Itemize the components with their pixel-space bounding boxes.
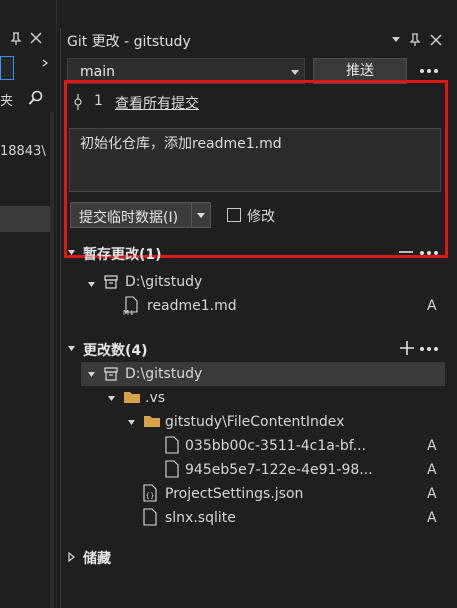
stashes-section-header[interactable]: 储藏 [83, 548, 111, 568]
commits-ahead-count: 1 [94, 93, 103, 109]
left-list-item[interactable]: 18843\ [0, 144, 46, 159]
staged-file-status: A [427, 298, 437, 314]
stage-all-icon[interactable] [399, 340, 415, 356]
changes-repo-path[interactable]: D:\gitstudy [125, 366, 202, 382]
file-icon [143, 508, 157, 526]
change-file-name[interactable]: slnx.sqlite [165, 510, 236, 526]
change-file-status: A [427, 486, 437, 502]
dropdown-arrow-icon[interactable] [391, 36, 401, 44]
expand-triangle-icon[interactable] [67, 248, 76, 257]
close-icon[interactable] [430, 34, 442, 46]
change-file-status: A [427, 462, 437, 478]
chevron-right-icon[interactable] [40, 58, 50, 68]
change-file-name[interactable]: ProjectSettings.json [165, 486, 303, 502]
left-search-label: 夹 [0, 94, 14, 109]
folder-filecontentindex[interactable]: gitstudy\FileContentIndex [165, 414, 344, 430]
more-options-icon[interactable] [419, 250, 439, 256]
more-options-icon[interactable] [419, 68, 439, 74]
expand-triangle-icon[interactable] [67, 344, 76, 353]
close-icon[interactable] [30, 32, 42, 44]
markdown-file-icon: M↓ [123, 296, 139, 316]
pin-icon[interactable] [10, 32, 22, 46]
search-icon[interactable] [28, 90, 44, 106]
collapsed-triangle-icon[interactable] [67, 552, 76, 562]
chevron-down-icon [290, 69, 300, 77]
view-toggle-button[interactable] [0, 56, 14, 80]
change-file-name[interactable]: 945eb5e7-122e-4e91-98... [185, 462, 373, 478]
git-pane-titlebar: Git 更改 - gitstudy [61, 28, 457, 52]
expand-triangle-icon[interactable] [87, 280, 96, 289]
expand-triangle-icon[interactable] [107, 394, 116, 403]
commit-staged-button[interactable]: 提交临时数据(I) [70, 202, 200, 228]
staged-file-name[interactable]: readme1.md [147, 298, 237, 314]
left-pane-tabbar [0, 28, 56, 52]
branch-name: main [80, 64, 115, 80]
staged-repo-path[interactable]: D:\gitstudy [125, 274, 202, 290]
view-all-commits-link[interactable]: 查看所有提交 [115, 93, 199, 113]
change-file-status: A [427, 510, 437, 526]
svg-text:{}: {} [146, 492, 155, 500]
git-changes-pane: Git 更改 - gitstudy main 推送 1 查看所有提交 初始化仓库… [60, 28, 457, 608]
commit-options-dropdown[interactable] [191, 202, 211, 228]
left-scrollbar[interactable] [50, 112, 54, 608]
pane-title: Git 更改 - gitstudy [67, 34, 191, 50]
unstage-all-icon[interactable] [399, 250, 413, 254]
amend-label: 修改 [247, 209, 275, 225]
chevron-down-icon [196, 212, 206, 220]
changes-section-header[interactable]: 更改数(4) [83, 340, 148, 360]
commit-staged-label: 提交临时数据(I) [79, 210, 179, 226]
more-options-icon[interactable] [419, 346, 439, 352]
folder-icon [143, 414, 161, 428]
left-selected-row[interactable] [0, 206, 52, 232]
commit-node-icon [73, 94, 83, 110]
change-file-status: A [427, 438, 437, 454]
pin-icon[interactable] [409, 33, 421, 47]
solution-explorer-pane: 夹 18843\ [0, 0, 57, 608]
repository-icon [103, 366, 119, 382]
staged-section-header[interactable]: 暂存更改(1) [83, 244, 162, 264]
file-icon [165, 436, 179, 454]
change-file-name[interactable]: 035bb00c-3511-4c1a-bf... [185, 438, 366, 454]
json-file-icon: {} [143, 484, 157, 502]
commit-message-input[interactable]: 初始化仓库，添加readme1.md [69, 128, 441, 192]
file-icon [165, 460, 179, 478]
svg-text:M↓: M↓ [123, 309, 135, 316]
repository-icon [103, 274, 119, 290]
amend-checkbox[interactable] [227, 208, 241, 222]
expand-triangle-icon[interactable] [87, 370, 96, 379]
folder-vs[interactable]: .vs [145, 390, 165, 406]
expand-triangle-icon[interactable] [127, 418, 136, 427]
folder-icon [123, 390, 141, 404]
